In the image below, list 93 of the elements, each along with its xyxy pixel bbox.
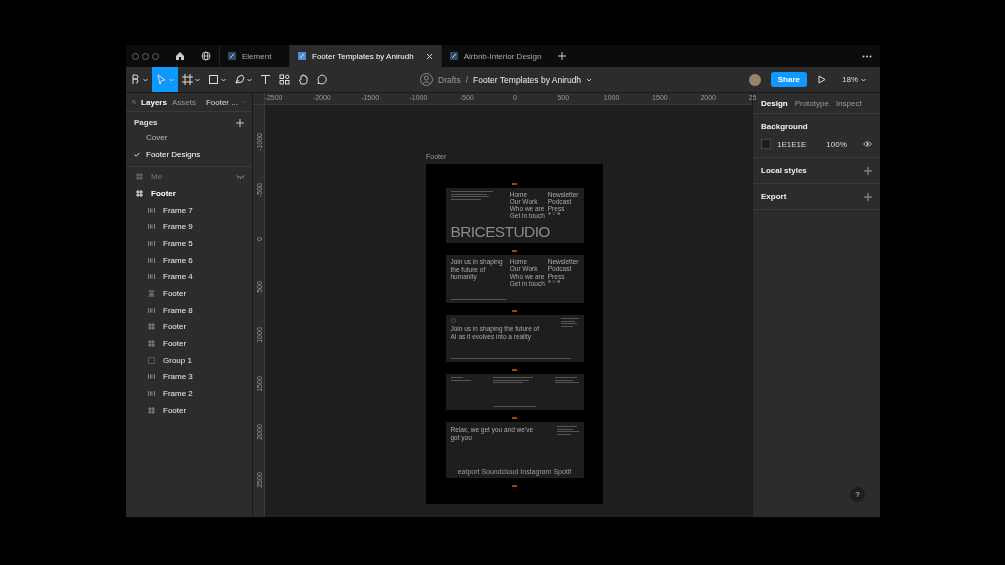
spacing-marker	[512, 417, 517, 419]
layer-item[interactable]: Frame 7	[126, 201, 252, 219]
panel-tab[interactable]: Prototype	[794, 98, 829, 108]
play-icon[interactable]	[817, 75, 826, 84]
autolayout-icon	[148, 390, 155, 398]
components-icon	[279, 74, 290, 85]
caret-icon[interactable]	[586, 77, 593, 82]
autolayout-icon	[148, 239, 155, 247]
spacing-marker	[512, 310, 517, 312]
file-icon	[228, 52, 236, 60]
small-text-drawing	[560, 318, 579, 327]
group-icon	[148, 356, 155, 364]
spacing-marker	[512, 250, 517, 252]
social-icons-drawing	[547, 279, 562, 283]
file-name[interactable]: Footer Templates by Anirudh	[473, 74, 582, 85]
user-avatar-icon	[420, 73, 433, 86]
spacing-marker	[512, 485, 517, 487]
page-item[interactable]: Cover	[126, 129, 252, 146]
small-text-drawing	[450, 191, 493, 200]
page-dropdown[interactable]: Footer ...	[205, 97, 238, 107]
user-avatar[interactable]	[748, 73, 761, 86]
close-icon[interactable]	[425, 52, 433, 60]
file-icon	[449, 52, 458, 60]
caret-icon	[861, 77, 866, 82]
layer-item[interactable]: Frame 6	[126, 251, 252, 269]
spacing-marker	[512, 183, 517, 185]
page-item[interactable]: Footer Designs	[126, 145, 252, 163]
panel-tab[interactable]: Inspect	[835, 98, 862, 108]
folder-link[interactable]: Drafts	[438, 74, 461, 85]
layer-item[interactable]: Frame 5	[126, 235, 252, 252]
file-tab[interactable]: Footer Templates by Anirudh	[289, 45, 441, 67]
add-icon[interactable]	[864, 192, 872, 201]
autolayout-icon	[148, 256, 155, 264]
comment-icon	[317, 74, 328, 85]
check-icon	[134, 151, 140, 157]
small-text-drawing	[492, 377, 533, 383]
layer-item[interactable]: Group 1	[126, 351, 252, 369]
eye-icon[interactable]	[863, 141, 872, 147]
section-title: Background	[761, 122, 808, 131]
layer-item[interactable]: Footer	[126, 335, 252, 352]
panel-tab[interactable]: Layers	[141, 97, 167, 107]
stack-icon	[148, 290, 155, 298]
opacity-value[interactable]: 100%	[826, 139, 847, 149]
frame-icon	[148, 323, 155, 331]
autolayout-icon	[148, 306, 155, 314]
wordmark-text: BRICESTUDIO	[450, 224, 551, 240]
file-icon	[298, 52, 306, 60]
panel-tab[interactable]: Design	[761, 98, 788, 108]
breadcrumb-separator: /	[465, 74, 469, 85]
text-icon	[260, 74, 271, 85]
frame-icon	[148, 406, 155, 414]
layer-item[interactable]: Frame 2	[126, 385, 252, 402]
layer-item[interactable]: Frame 9	[126, 218, 252, 236]
move-icon	[156, 74, 167, 85]
logo-circle-icon	[450, 318, 456, 323]
add-tab-icon[interactable]	[557, 52, 566, 60]
home-icon[interactable]	[175, 51, 185, 61]
pen-icon	[234, 74, 245, 85]
frame-icon	[136, 173, 143, 181]
autolayout-icon	[148, 223, 155, 231]
hex-value[interactable]: 1E1E1E	[777, 139, 807, 149]
autolayout-icon	[148, 206, 155, 214]
spacing-marker	[512, 369, 517, 371]
globe-icon[interactable]	[201, 51, 211, 61]
frame-icon	[136, 189, 143, 197]
hidden-eye-icon[interactable]	[236, 174, 245, 179]
frame-icon	[182, 74, 193, 85]
layer-item[interactable]: Frame 3	[126, 368, 252, 386]
layer-item[interactable]: Footer	[126, 402, 252, 419]
add-page-icon[interactable]	[236, 118, 244, 127]
add-icon[interactable]	[864, 166, 872, 175]
layer-item[interactable]: Frame 4	[126, 268, 252, 286]
section-title: Pages	[134, 118, 158, 127]
frame-icon	[148, 340, 155, 348]
autolayout-icon	[148, 373, 155, 381]
panel-tab[interactable]: Assets	[171, 97, 196, 107]
shape-icon	[208, 74, 219, 85]
layer-item[interactable]: Footer	[126, 285, 252, 302]
small-text-drawing	[556, 426, 579, 435]
small-text-drawing	[554, 377, 579, 383]
section-title: Export	[761, 192, 787, 201]
small-text-drawing	[450, 377, 471, 381]
menu-icon	[130, 74, 141, 85]
layer-item[interactable]: Footer	[126, 318, 252, 336]
more-icon[interactable]	[862, 54, 872, 58]
autolayout-icon	[148, 273, 155, 281]
social-icons-drawing	[547, 212, 562, 215]
color-swatch[interactable]	[761, 139, 771, 149]
zoom-dropdown[interactable]: 18%	[836, 74, 872, 85]
layer-item[interactable]: Frame 8	[126, 301, 252, 319]
footer-frame[interactable]	[426, 164, 603, 504]
section-title: Local styles	[761, 166, 807, 175]
layer-item[interactable]: Footer	[126, 185, 252, 202]
